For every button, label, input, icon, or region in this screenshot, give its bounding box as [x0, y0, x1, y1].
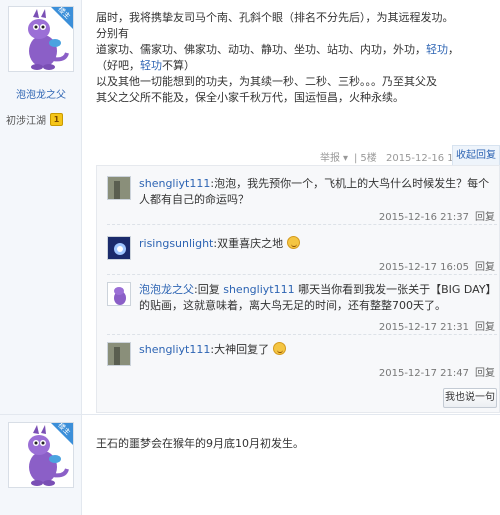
post-divider [0, 414, 500, 415]
comment-time: 2015-12-17 21:31 [378, 322, 469, 333]
author-username[interactable]: 泡泡龙之父 [0, 86, 82, 101]
comment-meta: 2015-12-17 16:05 回复 [379, 258, 495, 273]
post-line: （好吧，轻功不算） [96, 59, 195, 72]
post-content: 王石的噩梦会在猴年的9月底10月初发生。 [96, 436, 304, 452]
commenter-avatar[interactable] [107, 282, 131, 306]
keyword-link[interactable]: 轻功 [426, 43, 448, 56]
post-content: 届时，我将携挚友司马个南、孔斜个眼（排名不分先后），为其远程发功。 分别有 道家… [96, 10, 459, 106]
comment-time: 2015-12-16 21:37 [378, 212, 469, 223]
comment-divider [107, 274, 497, 275]
rank-title: 初涉江湖 [6, 115, 46, 127]
commenter-name[interactable]: shengliyt111 [139, 343, 210, 356]
comment-item: 泡泡龙之父:回复 shengliyt111 哪天当你看到我发一张关于【BIG D… [107, 282, 497, 318]
dropdown-caret-icon[interactable]: ▾ [343, 153, 348, 164]
comment-item: risingsunlight:双重喜庆之地 [107, 236, 497, 260]
comment-time: 2015-12-17 21:47 [378, 368, 469, 379]
report-link[interactable]: 举报 [320, 153, 340, 164]
commenter-avatar[interactable] [107, 342, 131, 366]
comment-divider [107, 334, 497, 335]
keyword-link[interactable]: 轻功 [140, 59, 162, 72]
commenter-name[interactable]: risingsunlight [139, 237, 213, 250]
author-sidebar: 楼主 [0, 416, 82, 515]
comment-body: shengliyt111:大神回复了 [139, 342, 495, 358]
commenter-name[interactable]: shengliyt111 [139, 177, 210, 190]
comment-item: shengliyt111:大神回复了 [107, 342, 497, 366]
post-floor-5: 楼主 泡泡龙之父 初涉江湖 1 届时，我将携挚友司马个南、孔斜个眼（排名不分先后… [0, 0, 500, 420]
commenter-name[interactable]: 泡泡龙之父 [139, 283, 194, 296]
post-line: 以及其他一切能想到的功夫，为其续一秒、二秒、三秒。。。乃至其父及 [96, 75, 437, 88]
commenter-avatar[interactable] [107, 176, 131, 200]
comment-body: risingsunlight:双重喜庆之地 [139, 236, 495, 252]
comment-text: 双重喜庆之地 [217, 237, 284, 250]
sunlight-avatar-icon [108, 237, 130, 259]
add-comment-button[interactable]: 我也说一句 [443, 388, 497, 408]
rank-level-icon: 1 [50, 112, 63, 126]
comment-body: 泡泡龙之父:回复 shengliyt111 哪天当你看到我发一张关于【BIG D… [139, 283, 492, 312]
collapse-replies-button[interactable]: 收起回复 [452, 145, 500, 165]
author-avatar[interactable]: 楼主 [8, 6, 74, 72]
commenter-avatar[interactable] [107, 236, 131, 260]
smiley-emoji-icon [286, 236, 300, 249]
smiley-emoji-icon [272, 342, 286, 355]
comment-body: shengliyt111:泡泡，我先预你一个，飞机上的大鸟什么时候发生？每个人都… [139, 177, 490, 206]
author-rank: 初涉江湖 1 [4, 110, 78, 128]
post-line: 其父之父所不能及，保全小家千秋万代，国运恒昌，火种永续。 [96, 91, 404, 104]
floor-number: 5楼 [360, 153, 377, 164]
photo-avatar-icon [108, 177, 130, 199]
reply-link[interactable]: 回复 [475, 212, 495, 223]
reply-link[interactable]: 回复 [475, 368, 495, 379]
comment-text: 大神回复了 [214, 343, 270, 356]
dragon-avatar-icon [108, 283, 130, 305]
comment-meta: 2015-12-17 21:47 回复 [379, 364, 495, 379]
comment-divider [107, 224, 497, 225]
post-line: 分别有 [96, 27, 129, 40]
photo-avatar-icon [108, 343, 130, 365]
post-next: 楼主 王石的噩梦会在猴年的9月底10月初发生。 [0, 416, 500, 515]
comment-time: 2015-12-17 16:05 [378, 262, 469, 273]
post-line: 道家功、儒家功、佛家功、动功、静功、坐功、站功、内功，外功，轻功， [96, 43, 459, 56]
comment-list: shengliyt111:泡泡，我先预你一个，飞机上的大鸟什么时候发生？每个人都… [96, 165, 500, 413]
author-sidebar: 楼主 泡泡龙之父 初涉江湖 1 [0, 0, 82, 420]
post-line: 王石的噩梦会在猴年的9月底10月初发生。 [96, 437, 304, 450]
comment-meta: 2015-12-17 21:31 回复 [379, 318, 495, 333]
post-line: 届时，我将携挚友司马个南、孔斜个眼（排名不分先后），为其远程发功。 [96, 11, 454, 24]
reply-link[interactable]: 回复 [475, 322, 495, 333]
author-avatar[interactable]: 楼主 [8, 422, 74, 488]
reply-to-user[interactable]: shengliyt111 [223, 283, 294, 296]
reply-link[interactable]: 回复 [475, 262, 495, 273]
comment-meta: 2015-12-16 21:37 回复 [379, 208, 495, 223]
